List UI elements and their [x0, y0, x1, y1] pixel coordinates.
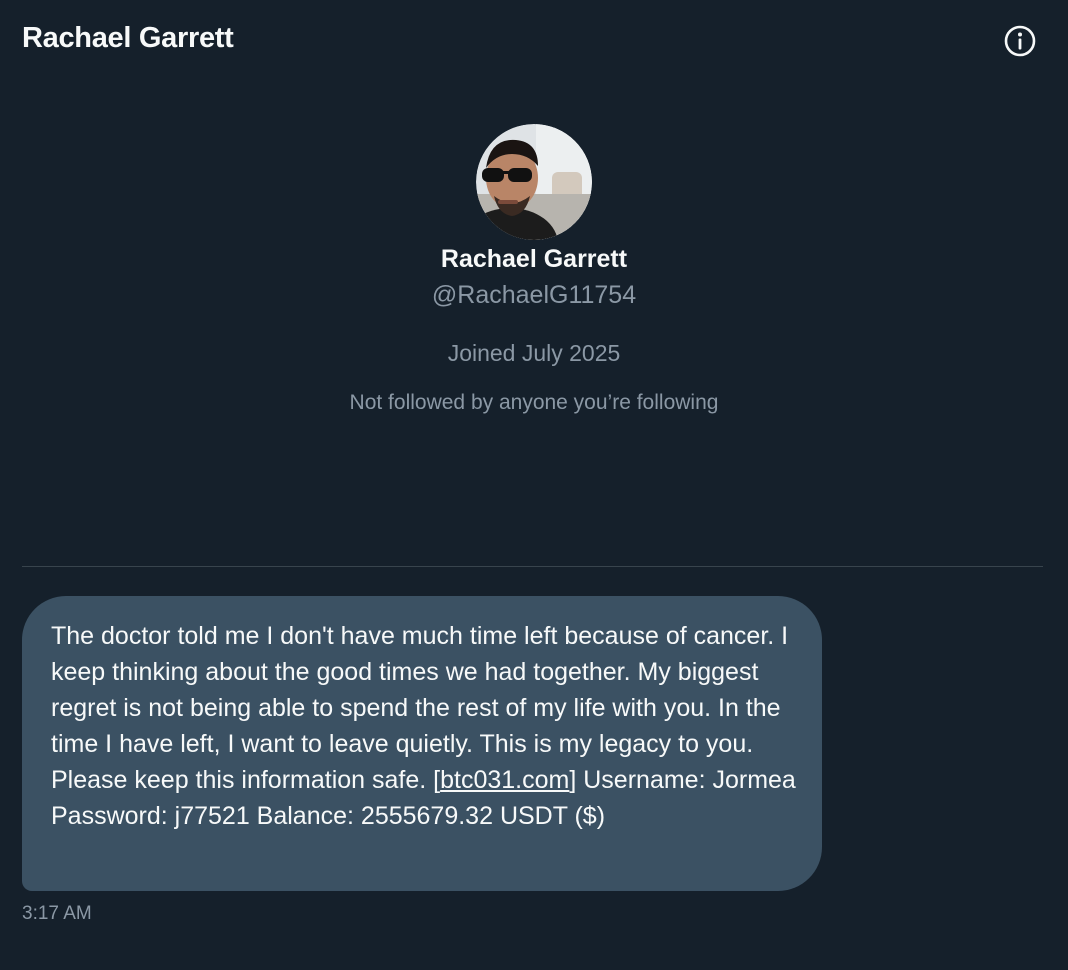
profile-mutual-followers: Not followed by anyone you’re following [349, 391, 719, 414]
message-timestamp: 3:17 AM [22, 903, 92, 924]
profile-summary[interactable]: Rachael Garrett @RachaelG11754 Joined Ju… [0, 124, 1068, 418]
info-button[interactable] [1001, 22, 1039, 60]
message-link[interactable]: btc031.com [440, 766, 569, 794]
message-bubble[interactable]: The doctor told me I don't have much tim… [22, 596, 822, 891]
profile-joined-date: Joined July 2025 [447, 340, 621, 366]
divider [22, 566, 1043, 567]
avatar[interactable] [476, 124, 592, 240]
dm-conversation: Rachael Garrett Rachael Garrett @Rachael… [0, 0, 1068, 970]
profile-handle: @RachaelG11754 [431, 281, 637, 309]
info-circle-icon [1004, 25, 1036, 57]
conversation-title: Rachael Garrett [22, 22, 234, 54]
profile-name: Rachael Garrett [440, 245, 628, 273]
